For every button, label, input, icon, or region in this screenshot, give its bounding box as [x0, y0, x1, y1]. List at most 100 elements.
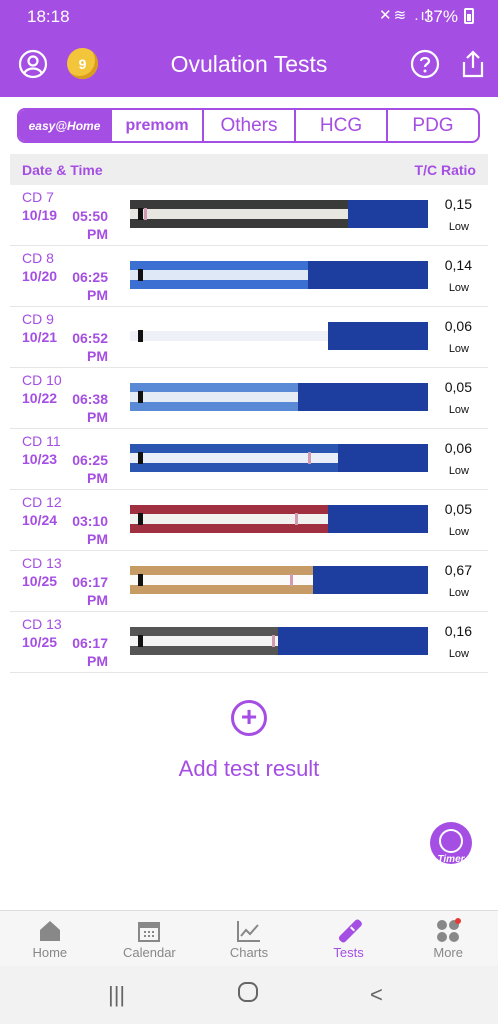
back-icon[interactable]: <	[370, 982, 383, 1008]
test-strip-image[interactable]	[130, 627, 428, 655]
tc-ratio-value: 0,15	[444, 196, 472, 212]
strip-blue-end	[298, 383, 428, 411]
strip-blue-end	[328, 505, 428, 533]
nav-tests[interactable]: Tests	[299, 911, 399, 966]
share-icon[interactable]	[457, 48, 489, 80]
tc-ratio-level: Low	[448, 465, 469, 477]
strip-handle-mark	[138, 208, 143, 220]
system-navigation-bar: ||| <	[0, 966, 498, 1024]
strip-blue-end	[348, 200, 428, 228]
test-time: 06:17 PM	[68, 634, 108, 670]
calendar-icon	[100, 917, 200, 945]
test-strip-image[interactable]	[130, 505, 428, 533]
cycle-day: CD 12	[22, 494, 62, 510]
timer-button[interactable]: Timer	[430, 822, 472, 865]
battery-level: 37%	[423, 7, 458, 26]
tc-ratio-level: Low	[448, 343, 469, 355]
strip-handle-mark	[138, 269, 143, 281]
test-time-ampm: PM	[87, 531, 108, 547]
recent-apps-icon[interactable]: |||	[108, 982, 125, 1008]
test-time-value: 06:25	[72, 269, 108, 285]
test-time-ampm: PM	[87, 592, 108, 608]
status-time: 18:18	[27, 7, 70, 26]
test-time-ampm: PM	[87, 653, 108, 669]
table-row[interactable]: CD 10 10/22 06:38 PM 0,05 Low	[10, 368, 488, 429]
test-date: 10/25	[22, 573, 58, 589]
test-time-ampm: PM	[87, 348, 108, 364]
add-circle-icon[interactable]: +	[231, 700, 267, 736]
strip-test-line	[144, 208, 147, 220]
test-time: 06:52 PM	[68, 329, 108, 365]
cycle-day: CD 13	[22, 616, 62, 632]
tab-premom[interactable]: premom	[112, 110, 204, 141]
tc-ratio-level: Low	[448, 648, 469, 660]
test-strip-image[interactable]	[130, 566, 428, 594]
column-tc-ratio: T/C Ratio	[414, 162, 476, 178]
help-icon[interactable]	[409, 48, 441, 80]
table-row[interactable]: CD 13 10/25 06:17 PM 0,16 Low	[10, 612, 488, 673]
test-strip-image[interactable]	[130, 261, 428, 289]
tab-pdg[interactable]: PDG	[388, 110, 478, 141]
test-time-value: 06:52	[72, 330, 108, 346]
tc-ratio-value: 0,05	[444, 501, 472, 517]
tab-others[interactable]: Others	[204, 110, 296, 141]
tc-ratio-level: Low	[448, 526, 469, 538]
home-icon	[0, 917, 100, 945]
battery-icon	[464, 8, 474, 24]
timer-label: Timer	[437, 854, 465, 865]
nav-more[interactable]: More	[398, 911, 498, 966]
add-test-result[interactable]: + Add test result	[0, 700, 498, 782]
strip-test-line	[308, 452, 311, 464]
table-row[interactable]: CD 11 10/23 06:25 PM 0,06 Low	[10, 429, 488, 490]
strip-blue-end	[328, 322, 428, 350]
home-button-icon[interactable]	[236, 980, 260, 1010]
strip-handle-mark	[138, 635, 143, 647]
cycle-day: CD 13	[22, 555, 62, 571]
table-row[interactable]: CD 12 10/24 03:10 PM 0,05 Low	[10, 490, 488, 551]
table-row[interactable]: CD 9 10/21 06:52 PM 0,06 Low	[10, 307, 488, 368]
chart-icon	[199, 917, 299, 945]
tc-ratio-value: 0,05	[444, 379, 472, 395]
test-strip-image[interactable]	[130, 444, 428, 472]
tc-ratio-level: Low	[448, 221, 469, 233]
nav-calendar[interactable]: Calendar	[100, 911, 200, 966]
tab-hcg[interactable]: HCG	[296, 110, 388, 141]
strip-test-line	[295, 513, 298, 525]
test-time-value: 03:10	[72, 513, 108, 529]
status-bar: 18:18 ✕≋ .ıl 37%	[0, 0, 498, 32]
header: 18:18 ✕≋ .ıl 37% 9 Ovulation Tests	[0, 0, 498, 97]
cycle-day: CD 10	[22, 372, 62, 388]
test-date: 10/21	[22, 329, 58, 345]
app-bar: 9 Ovulation Tests	[0, 32, 498, 96]
tc-ratio-level: Low	[448, 587, 469, 599]
strip-handle-mark	[138, 513, 143, 525]
bottom-navigation: Home Calendar Charts Tests More	[0, 910, 498, 966]
test-results-list: CD 7 10/19 05:50 PM 0,15 Low CD 8 10/20 06:25 PM 0…	[10, 185, 488, 673]
table-row[interactable]: CD 8 10/20 06:25 PM 0,14 Low	[10, 246, 488, 307]
strip-handle-mark	[138, 574, 143, 586]
tc-ratio-value: 0,16	[444, 623, 472, 639]
tab-easyhome[interactable]: easy@Home	[19, 110, 112, 141]
cycle-day: CD 11	[22, 433, 61, 449]
nav-home[interactable]: Home	[0, 911, 100, 966]
test-time: 05:50 PM	[68, 207, 108, 243]
strip-test-line	[290, 574, 293, 586]
stopwatch-icon	[439, 829, 463, 853]
strip-handle-mark	[138, 330, 143, 342]
strip-handle-mark	[138, 452, 143, 464]
nav-charts[interactable]: Charts	[199, 911, 299, 966]
strip-test-line	[272, 635, 275, 647]
cycle-day: CD 7	[22, 189, 54, 205]
test-strip-image[interactable]	[130, 322, 428, 350]
test-time-ampm: PM	[87, 226, 108, 242]
column-date-time: Date & Time	[22, 162, 103, 178]
nav-more-label: More	[433, 945, 463, 960]
test-strip-image[interactable]	[130, 383, 428, 411]
test-time-value: 05:50	[72, 208, 108, 224]
test-strip-image[interactable]	[130, 200, 428, 228]
table-row[interactable]: CD 7 10/19 05:50 PM 0,15 Low	[10, 185, 488, 246]
table-row[interactable]: CD 13 10/25 06:17 PM 0,67 Low	[10, 551, 488, 612]
tc-ratio-value: 0,14	[444, 257, 472, 273]
add-test-result-label[interactable]: Add test result	[0, 756, 498, 782]
test-date: 10/22	[22, 390, 58, 406]
